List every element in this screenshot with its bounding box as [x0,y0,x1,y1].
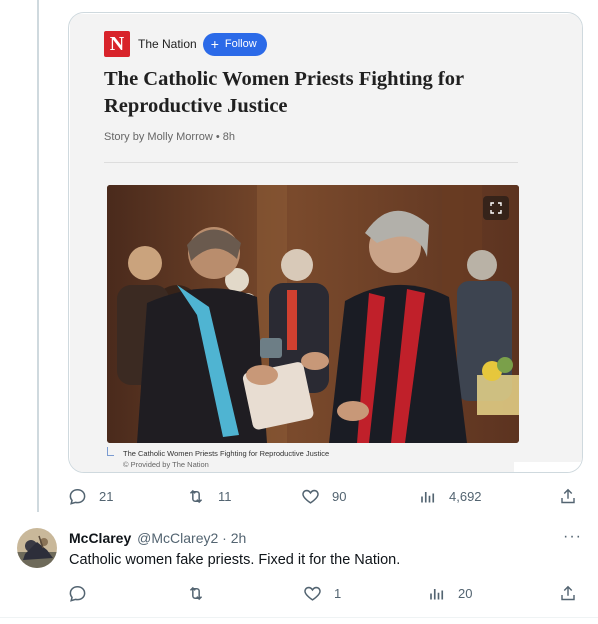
share-button[interactable] [559,487,577,506]
divider [104,162,518,163]
caption-marker [107,447,114,456]
photo-credit: © Provided by The Nation [123,460,209,469]
heart-icon [304,586,321,601]
publisher-name[interactable]: The Nation [138,37,197,51]
views-icon [421,491,435,502]
article-card-body: N The Nation + Follow The Catholic Women… [70,14,582,472]
article-photo[interactable] [107,185,519,443]
share-icon [561,488,575,503]
article-headline[interactable]: The Catholic Women Priests Fighting for … [104,66,524,120]
views-button[interactable]: 4,692 [419,487,482,506]
avatar-image [17,528,57,568]
repost-count: 11 [218,488,232,504]
tweet-reply-button[interactable] [68,584,99,603]
tweet-like-button[interactable]: 1 [303,584,341,603]
like-count: 90 [332,488,347,504]
tweet-header: McClarey @McClarey2 · 2h [69,530,246,546]
more-options-icon[interactable]: ··· [563,528,582,546]
tweet-views-button[interactable]: 20 [428,584,472,603]
follow-label: Follow [224,38,257,50]
like-button[interactable]: 90 [301,487,346,506]
reply-count: 21 [99,488,114,504]
photo-illustration [107,185,519,443]
repost-icon [189,586,203,600]
plus-icon: + [210,36,219,52]
follow-button[interactable]: + Follow [202,32,267,56]
share-icon [561,585,575,600]
expand-icon[interactable] [483,196,509,220]
avatar[interactable] [17,528,57,568]
bottom-divider [0,617,598,618]
tweet-share-button[interactable] [559,584,577,603]
repost-button[interactable]: 11 [186,487,232,506]
reply-icon [69,488,86,505]
reply-button[interactable]: 21 [68,487,113,506]
tweet-text: Catholic women fake priests. Fixed it fo… [69,552,401,568]
repost-icon [189,489,203,503]
tweet-like-count: 1 [334,585,342,601]
publisher-row: N The Nation + Follow [104,31,267,57]
article-card[interactable]: N The Nation + Follow The Catholic Women… [68,12,583,473]
quoted-action-bar: 21 11 90 4,692 [68,484,583,508]
tweet-action-bar: 1 20 [68,581,583,605]
heart-icon [302,489,319,504]
author-handle[interactable]: @McClarey2 · 2h [137,530,246,546]
author-name[interactable]: McClarey [69,530,131,546]
tweet-repost-button[interactable] [186,584,218,603]
photo-caption: The Catholic Women Priests Fighting for … [123,449,330,458]
views-icon [430,588,444,599]
reply-icon [69,585,86,602]
views-count: 4,692 [449,488,482,504]
page: N The Nation + Follow The Catholic Women… [0,0,598,624]
nation-logo: N [104,31,130,57]
card-corner [514,462,582,472]
article-byline: Story by Molly Morrow • 8h [104,131,235,143]
thread-line [37,0,39,512]
tweet-views-count: 20 [458,585,473,601]
